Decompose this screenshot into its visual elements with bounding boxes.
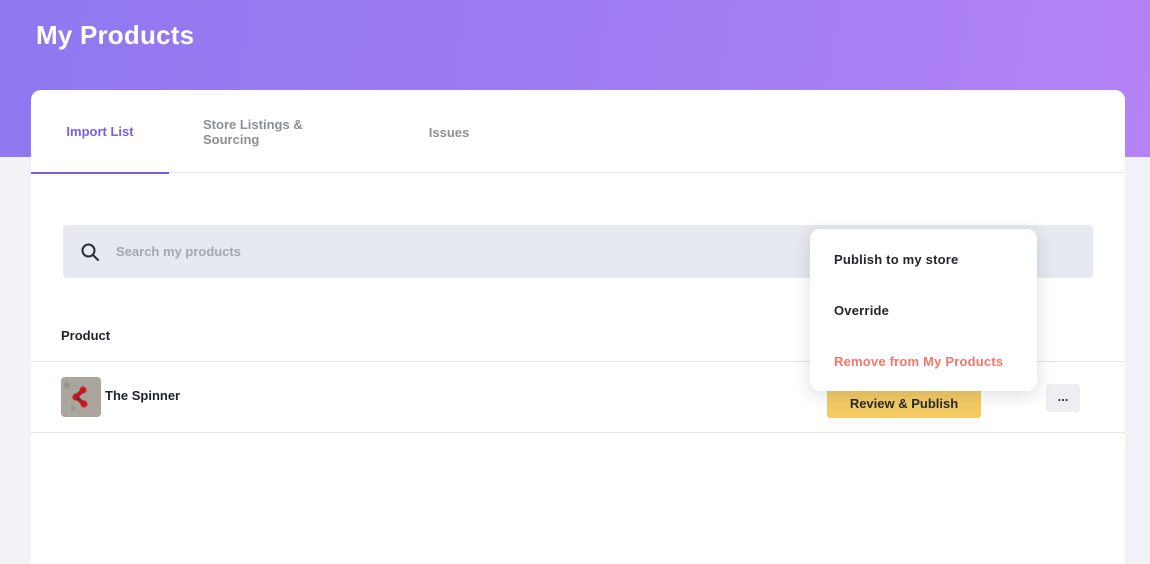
product-name[interactable]: The Spinner [105, 388, 180, 403]
column-header-product: Product [61, 328, 111, 343]
menu-item-override[interactable]: Override [834, 303, 889, 318]
tab-bar: Import List Store Listings & Sourcing Is… [31, 90, 1125, 174]
more-options-button[interactable]: ... [1046, 384, 1080, 412]
tab-issues[interactable]: Issues [429, 90, 469, 174]
actions-dropdown-menu: Publish to my store Override Remove from… [810, 229, 1037, 391]
fidget-spinner-image [61, 377, 101, 417]
page-title: My Products [36, 20, 195, 50]
search-input[interactable] [116, 244, 716, 259]
menu-item-publish-to-store[interactable]: Publish to my store [834, 252, 958, 267]
menu-item-remove-from-my-products[interactable]: Remove from My Products [834, 354, 1003, 369]
tab-store-listings-sourcing[interactable]: Store Listings & Sourcing [203, 90, 360, 174]
tab-import-list[interactable]: Import List [31, 90, 169, 174]
product-thumbnail[interactable] [61, 377, 101, 417]
search-icon [81, 243, 99, 261]
